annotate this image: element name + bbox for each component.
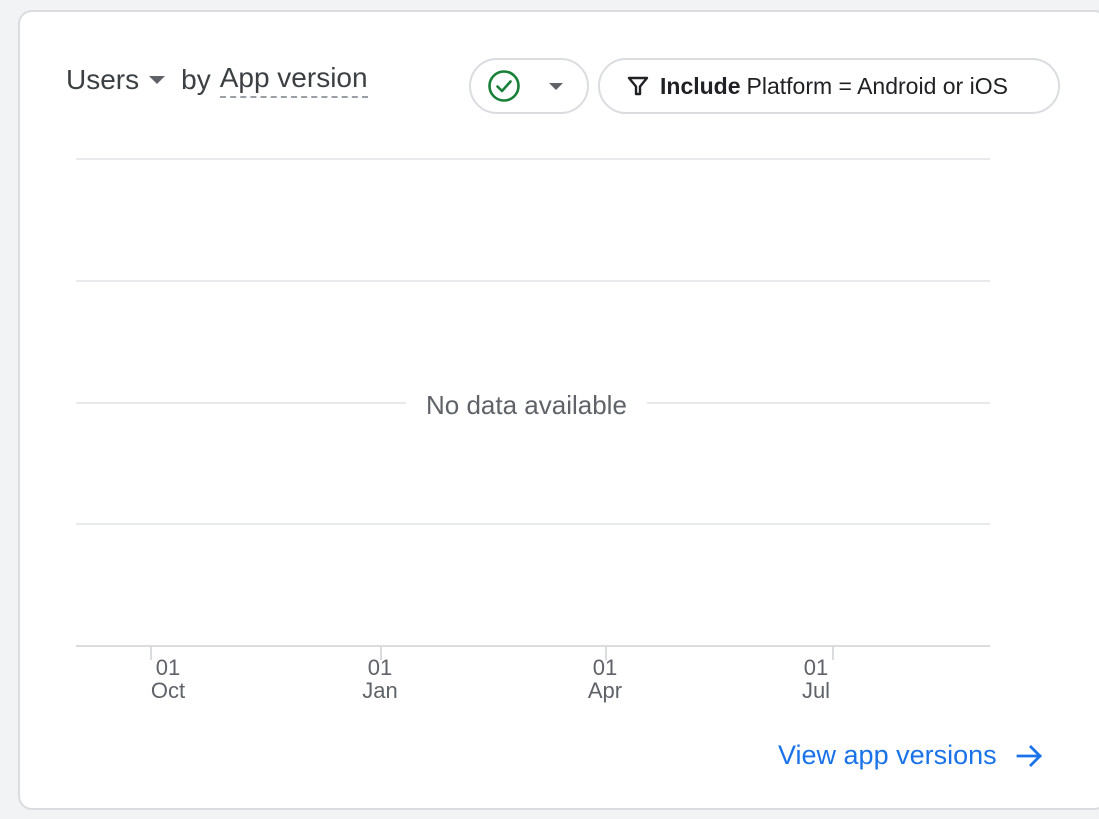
chevron-down-icon [549, 82, 563, 90]
x-tick-label: 01 Jan [350, 656, 410, 702]
by-label: by [181, 64, 211, 95]
comparison-chip[interactable] [469, 58, 589, 114]
gridline [76, 280, 990, 282]
no-data-message: No data available [406, 390, 647, 421]
x-tick-label: 01 Apr [575, 656, 635, 702]
check-circle-icon [488, 70, 520, 102]
x-tick-label: 01 Oct [138, 656, 198, 702]
x-tick-month: Oct [150, 678, 186, 703]
view-app-versions-label: View app versions [778, 740, 997, 770]
metric-label: Users [66, 64, 140, 95]
x-tick-month: Jul [801, 678, 831, 703]
view-app-versions-link[interactable]: View app versions [778, 740, 1045, 771]
x-tick-month: Jan [362, 678, 398, 703]
funnel-icon [627, 76, 649, 96]
gridline [76, 158, 990, 160]
platform-filter-chip[interactable]: Include Platform = Android or iOS [598, 58, 1060, 114]
filter-include-label: Include [660, 72, 741, 99]
gridline [76, 523, 990, 525]
x-tick-day: 01 [592, 655, 618, 680]
card-title: Users by App version [66, 60, 368, 100]
dimension-selector[interactable]: App version [219, 62, 368, 98]
x-tick-day: 01 [367, 655, 393, 680]
metric-selector[interactable]: Users [66, 64, 181, 96]
x-axis-line [76, 645, 990, 647]
filter-text: Platform = Android or iOS [746, 72, 1008, 99]
x-tick-day: 01 [155, 655, 181, 680]
caret-down-icon [149, 76, 166, 84]
x-tick-day: 01 [803, 655, 829, 680]
x-tick-month: Apr [587, 678, 623, 703]
arrow-right-icon [1016, 744, 1042, 767]
x-tick-label: 01 Jul [786, 656, 846, 702]
